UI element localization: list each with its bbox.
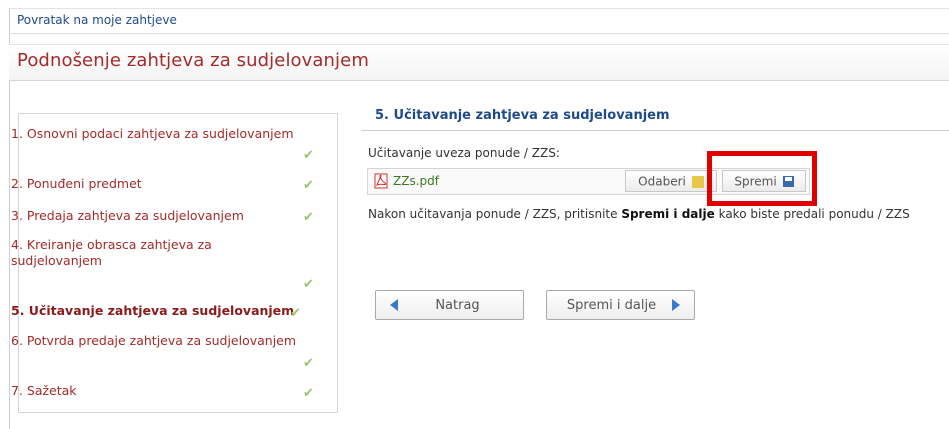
instruction-pre: Nakon učitavanja ponude / ZZS, pritisnit… xyxy=(368,207,622,221)
step-1[interactable]: 1. Osnovni podaci zahtjeva za sudjelovan… xyxy=(11,126,294,142)
section-title: 5. Učitavanje zahtjeva za sudjelovanjem xyxy=(375,108,670,123)
divider xyxy=(9,33,949,34)
folder-icon xyxy=(691,175,704,188)
highlight-box xyxy=(707,151,817,206)
step-5-current[interactable]: 5. Učitavanje zahtjeva za sudjelovanjem xyxy=(11,303,294,319)
check-icon: ✔ xyxy=(303,148,314,163)
check-icon: ✔ xyxy=(303,386,314,401)
back-to-requests-link[interactable]: Povratak na moje zahtjeve xyxy=(17,13,177,27)
back-button-label: Natrag xyxy=(435,297,480,313)
instruction-bold: Spremi i dalje xyxy=(621,207,715,221)
instruction-post: kako biste predali ponudu / ZZS xyxy=(714,207,910,221)
step-3[interactable]: 3. Predaja zahtjeva za sudjelovanjem xyxy=(11,208,244,224)
instruction-text: Nakon učitavanja ponude / ZZS, pritisnit… xyxy=(368,207,910,221)
next-button-label: Spremi i dalje xyxy=(566,297,657,313)
check-icon: ✔ xyxy=(303,178,314,193)
section-divider xyxy=(361,130,949,131)
back-button[interactable]: Natrag xyxy=(375,290,524,320)
check-icon: ✔ xyxy=(303,210,314,225)
step-7[interactable]: 7. Sažetak xyxy=(11,383,77,399)
browse-button[interactable]: Odaberi xyxy=(625,170,717,192)
step-6[interactable]: 6. Potvrda predaje zahtjeva za sudjelova… xyxy=(11,333,296,349)
pdf-icon xyxy=(374,173,388,189)
step-4-line1[interactable]: 4. Kreiranje obrasca zahtjeva za xyxy=(11,237,212,253)
step-4-line2[interactable]: sudjelovanjem xyxy=(11,253,102,269)
browse-label: Odaberi xyxy=(638,174,686,189)
check-icon: ✔ xyxy=(303,356,314,371)
step-2[interactable]: 2. Ponuđeni predmet xyxy=(11,176,142,192)
save-and-continue-button[interactable]: Spremi i dalje xyxy=(546,290,695,320)
check-icon: ✔ xyxy=(303,277,314,292)
check-icon: ✔ xyxy=(290,306,301,321)
arrow-right-icon xyxy=(672,299,680,311)
arrow-left-icon xyxy=(390,299,398,311)
uploaded-file-link[interactable]: ZZs.pdf xyxy=(393,174,439,188)
page-title: Podnošenje zahtjeva za sudjelovanjem xyxy=(17,50,369,71)
upload-label: Učitavanje uveza ponude / ZZS: xyxy=(368,146,560,160)
